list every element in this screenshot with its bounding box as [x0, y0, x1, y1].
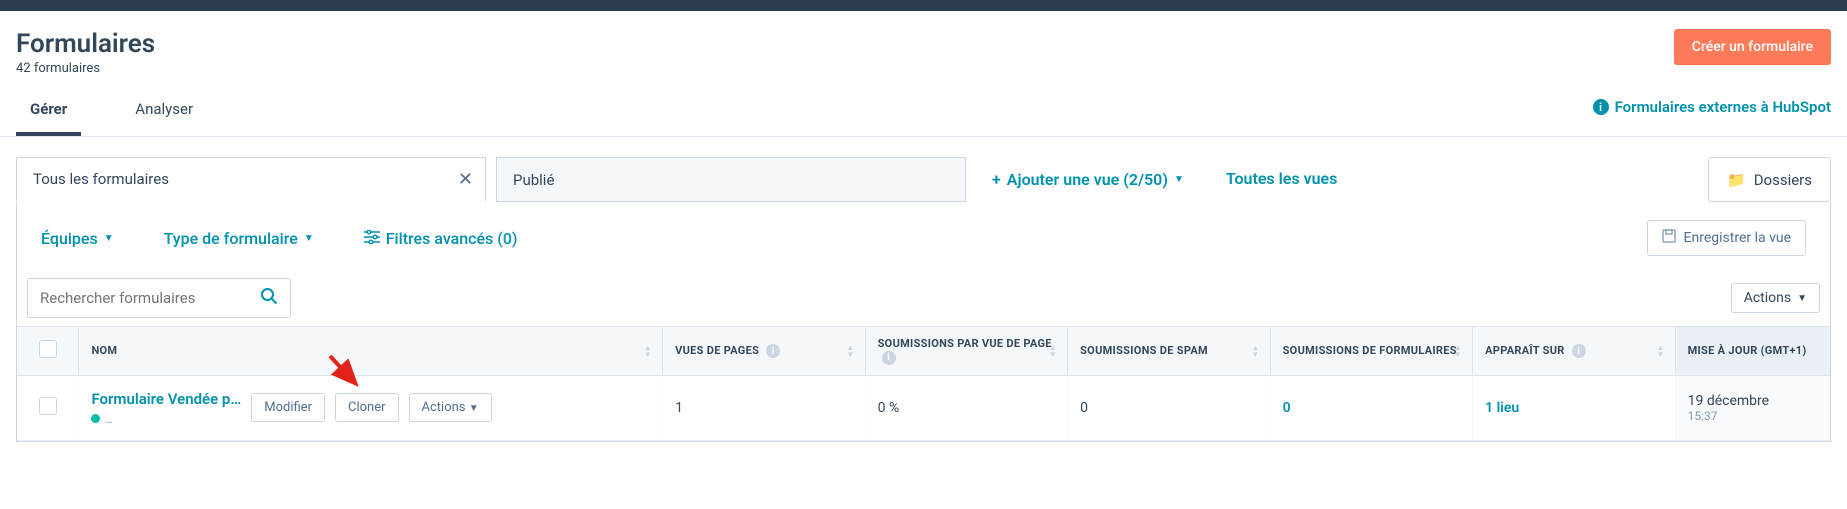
sort-icon: ▲▼: [1049, 344, 1057, 358]
sliders-icon: [364, 229, 380, 248]
select-all-checkbox[interactable]: [39, 340, 57, 358]
column-name-label: NOM: [91, 344, 117, 357]
sort-icon: ▲▼: [846, 344, 854, 358]
column-checkbox: [17, 327, 79, 376]
chevron-down-icon: ▼: [104, 233, 114, 244]
all-views-link[interactable]: Toutes les vues: [1210, 157, 1354, 202]
table-row[interactable]: Formulaire Vendée p… … Modifier Cloner A…: [17, 375, 1830, 440]
form-status-text: …: [104, 412, 112, 426]
advanced-filters-button[interactable]: Filtres avancés (0): [364, 229, 518, 248]
cell-spam: 0: [1068, 375, 1271, 440]
search-input[interactable]: [40, 289, 252, 307]
folder-icon: 📁: [1727, 171, 1746, 189]
column-page-views[interactable]: VUES DE PAGES i ▲▼: [663, 327, 866, 376]
close-icon[interactable]: ✕: [458, 169, 473, 190]
column-updated-label: MISE À JOUR (GMT+1): [1688, 344, 1807, 357]
add-view-button[interactable]: + Ajouter une vue (2/50) ▼: [976, 157, 1200, 202]
column-spam[interactable]: SOUMISSIONS DE SPAM ▲▼: [1068, 327, 1271, 376]
sort-icon: ▲▼: [1454, 344, 1462, 358]
updated-time: 15:37: [1688, 409, 1818, 423]
bulk-actions-button[interactable]: Actions ▼: [1731, 283, 1820, 313]
external-forms-link[interactable]: i Formulaires externes à HubSpot: [1593, 98, 1831, 130]
info-icon: i: [1593, 99, 1609, 115]
column-updated[interactable]: MISE À JOUR (GMT+1): [1675, 327, 1830, 376]
modify-button[interactable]: Modifier: [251, 393, 325, 422]
column-appears-on-label: APPARAÎT SUR: [1485, 344, 1565, 357]
save-view-label: Enregistrer la vue: [1684, 230, 1791, 246]
sort-icon: ▲▼: [644, 344, 652, 358]
plus-icon: +: [992, 170, 1001, 189]
column-form-sub[interactable]: SOUMISSIONS DE FORMULAIRES ▲▼: [1270, 327, 1473, 376]
column-sub-per-view[interactable]: SOUMISSIONS PAR VUE DE PAGE i ▲▼: [865, 327, 1068, 376]
column-name[interactable]: NOM ▲▼: [79, 327, 663, 376]
column-spam-label: SOUMISSIONS DE SPAM: [1080, 344, 1208, 357]
info-icon: i: [882, 351, 896, 365]
view-tab-all-forms[interactable]: Tous les formulaires ✕: [16, 157, 486, 202]
row-actions-button[interactable]: Actions ▼: [409, 393, 492, 422]
updated-date: 19 décembre: [1688, 393, 1818, 409]
column-appears-on[interactable]: APPARAÎT SUR i ▲▼: [1473, 327, 1676, 376]
page-subtitle: 42 formulaires: [16, 61, 155, 76]
cell-page-views: 1: [663, 375, 866, 440]
external-forms-label: Formulaires externes à HubSpot: [1615, 98, 1831, 116]
form-type-filter-label: Type de formulaire: [164, 229, 298, 248]
teams-filter-label: Équipes: [41, 229, 98, 248]
cell-sub-per-view: 0 %: [865, 375, 1068, 440]
folders-button[interactable]: 📁 Dossiers: [1708, 157, 1831, 202]
tab-analyze[interactable]: Analyser: [121, 92, 207, 136]
sort-icon: ▲▼: [1656, 344, 1664, 358]
advanced-filters-label: Filtres avancés (0): [386, 229, 518, 248]
save-icon: [1662, 229, 1676, 247]
view-tab-label: Publié: [513, 171, 554, 189]
folders-label: Dossiers: [1754, 171, 1812, 189]
row-checkbox[interactable]: [39, 397, 57, 415]
add-view-label: Ajouter une vue (2/50): [1007, 170, 1168, 189]
cell-updated: 19 décembre 15:37: [1675, 375, 1830, 440]
cell-appears-on[interactable]: 1 lieu: [1473, 375, 1676, 440]
cell-form-sub[interactable]: 0: [1270, 375, 1473, 440]
clone-button[interactable]: Cloner: [335, 393, 399, 422]
bulk-actions-label: Actions: [1744, 290, 1791, 306]
chevron-down-icon: ▼: [1797, 293, 1807, 304]
tab-manage[interactable]: Gérer: [16, 92, 81, 136]
column-form-sub-label: SOUMISSIONS DE FORMULAIRES: [1283, 344, 1457, 357]
create-form-button[interactable]: Créer un formulaire: [1674, 29, 1831, 65]
sort-icon: ▲▼: [1251, 344, 1259, 358]
info-icon: i: [766, 344, 780, 358]
chevron-down-icon: ▼: [1174, 174, 1184, 185]
search-input-wrapper[interactable]: [27, 278, 291, 318]
teams-filter[interactable]: Équipes ▼: [41, 229, 114, 248]
top-nav-bar: [0, 0, 1847, 11]
row-actions-label: Actions: [422, 400, 466, 415]
save-view-button[interactable]: Enregistrer la vue: [1647, 220, 1806, 256]
view-tab-label: Tous les formulaires: [33, 170, 169, 188]
column-sub-per-view-label: SOUMISSIONS PAR VUE DE PAGE: [878, 337, 1052, 350]
info-icon: i: [1572, 344, 1586, 358]
view-tab-published[interactable]: Publié: [496, 157, 966, 202]
form-name-link[interactable]: Formulaire Vendée p…: [91, 390, 241, 408]
status-dot-icon: [91, 414, 100, 423]
chevron-down-icon: ▼: [469, 403, 479, 414]
chevron-down-icon: ▼: [304, 233, 314, 244]
search-icon: [260, 287, 278, 309]
page-title: Formulaires: [16, 29, 155, 59]
column-page-views-label: VUES DE PAGES: [675, 344, 759, 357]
form-type-filter[interactable]: Type de formulaire ▼: [164, 229, 314, 248]
